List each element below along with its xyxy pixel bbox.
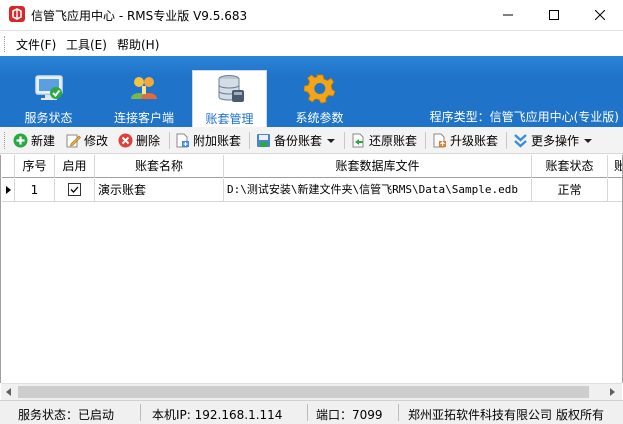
toolbar: 新建 修改 删除 附加账套 备份账套 还原账套 升级账套 更多操作 <box>0 127 623 154</box>
gear-icon <box>303 74 335 104</box>
delete-button[interactable]: 删除 <box>118 130 160 151</box>
scroll-left-icon[interactable] <box>6 388 11 396</box>
more-actions-label: 更多操作 <box>531 134 580 148</box>
toolbar-separator <box>169 132 170 149</box>
horizontal-scrollbar[interactable] <box>1 383 622 400</box>
new-label: 新建 <box>31 134 56 148</box>
tab-label: 系统参数 <box>295 111 344 125</box>
status-separator <box>307 404 308 421</box>
edit-icon <box>66 134 81 148</box>
new-button[interactable]: 新建 <box>13 130 55 151</box>
users-icon <box>131 77 157 99</box>
chevron-down-icon <box>584 138 593 143</box>
monitor-check-icon <box>34 75 63 100</box>
more-actions-button[interactable]: 更多操作 <box>513 130 593 151</box>
app-logo-icon <box>9 6 25 22</box>
toolbar-grip <box>4 132 7 149</box>
plus-icon <box>13 133 28 148</box>
database-icon <box>218 75 244 102</box>
tab-service-status[interactable]: 服务状态 <box>11 70 86 127</box>
status-bar: 服务状态：已启动 本机IP: 192.168.1.114 端口：7099 郑州亚… <box>0 400 623 424</box>
menu-tools[interactable]: 工具(E) <box>66 36 107 53</box>
backup-label: 备份账套 <box>274 134 323 148</box>
cell-name: 演示账套 <box>95 179 224 202</box>
toolbar-separator <box>249 132 250 149</box>
attach-label: 附加账套 <box>193 134 242 148</box>
edit-label: 修改 <box>84 134 109 148</box>
table-row[interactable]: 1 演示账套 D:\测试安装\新建文件夹\信管飞RMS\Data\Sample.… <box>2 179 622 202</box>
tab-system-params[interactable]: 系统参数 <box>282 70 357 127</box>
toolbar-separator <box>425 132 426 149</box>
cell-file: D:\测试安装\新建文件夹\信管飞RMS\Data\Sample.edb <box>224 179 532 202</box>
column-header-index[interactable]: 序号 <box>15 155 55 178</box>
row-pointer-icon <box>6 186 11 194</box>
column-header-file[interactable]: 账套数据库文件 <box>224 155 532 178</box>
accounts-grid: 序号 启用 账套名称 账套数据库文件 账套状态 账 1 演示账套 D:\测试安装… <box>0 155 623 383</box>
upgrade-account-button[interactable]: 升级账套 <box>432 130 498 151</box>
toolbar-separator <box>506 132 507 149</box>
program-type-label: 程序类型：信管飞应用中心(专业版) <box>429 110 619 124</box>
company-text: 郑州亚拓软件科技有限公司 <box>408 408 553 422</box>
attach-account-button[interactable]: 附加账套 <box>175 130 241 151</box>
service-status-text: 服务状态：已启动 <box>18 408 115 422</box>
backup-icon <box>257 134 270 147</box>
maximize-icon <box>549 10 559 20</box>
column-header-status[interactable]: 账套状态 <box>532 155 608 178</box>
menu-bar: 文件(F) 工具(E) 帮助(H) <box>0 30 623 56</box>
backup-account-button[interactable]: 备份账套 <box>256 130 336 151</box>
row-indicator-header <box>2 155 15 178</box>
window-title: 信管飞应用中心 - RMS专业版 V9.5.683 <box>31 9 248 23</box>
status-separator <box>140 404 141 421</box>
close-icon <box>595 10 605 20</box>
menu-help[interactable]: 帮助(H) <box>117 36 159 53</box>
tab-clients[interactable]: 连接客户端 <box>104 70 184 127</box>
local-ip-text: 本机IP: 192.168.1.114 <box>152 408 283 422</box>
tab-label: 连接客户端 <box>113 111 174 125</box>
minimize-button[interactable] <box>485 0 531 30</box>
column-header-enabled[interactable]: 启用 <box>55 155 95 178</box>
maximize-button[interactable] <box>531 0 577 30</box>
column-header-extra[interactable]: 账 <box>608 155 622 178</box>
status-separator <box>398 404 399 421</box>
delete-label: 删除 <box>136 134 161 148</box>
title-bar: 信管飞应用中心 - RMS专业版 V9.5.683 <box>0 0 623 30</box>
port-text: 端口：7099 <box>316 408 383 422</box>
toolbar-separator <box>344 132 345 149</box>
double-chevron-down-icon <box>514 134 527 148</box>
grid-header: 序号 启用 账套名称 账套数据库文件 账套状态 账 <box>2 155 622 178</box>
attach-file-icon <box>176 133 189 148</box>
cell-status: 正常 <box>532 179 608 202</box>
upgrade-label: 升级账套 <box>450 134 499 148</box>
tab-label: 账套管理 <box>205 112 254 126</box>
cell-index: 1 <box>15 179 55 202</box>
row-indicator <box>2 179 15 202</box>
cell-enabled[interactable] <box>55 179 95 202</box>
restore-account-button[interactable]: 还原账套 <box>351 130 417 151</box>
restore-icon <box>352 133 364 148</box>
scroll-right-icon[interactable] <box>610 388 615 396</box>
menu-file[interactable]: 文件(F) <box>16 36 56 53</box>
tab-account-management[interactable]: 账套管理 <box>192 70 267 127</box>
checkmark-icon <box>70 186 79 193</box>
delete-icon <box>118 133 133 148</box>
menu-grip <box>4 36 7 52</box>
upgrade-icon <box>433 133 446 148</box>
restore-label: 还原账套 <box>369 134 418 148</box>
edit-button[interactable]: 修改 <box>66 130 108 151</box>
enabled-checkbox[interactable] <box>68 183 81 196</box>
scrollbar-thumb[interactable] <box>18 386 589 398</box>
cell-extra <box>608 179 622 202</box>
close-button[interactable] <box>577 0 623 30</box>
minimize-icon <box>503 14 513 16</box>
chevron-down-icon <box>327 138 336 143</box>
copyright-text: 版权所有 <box>556 408 605 422</box>
column-header-name[interactable]: 账套名称 <box>95 155 224 178</box>
tab-label: 服务状态 <box>24 111 73 125</box>
